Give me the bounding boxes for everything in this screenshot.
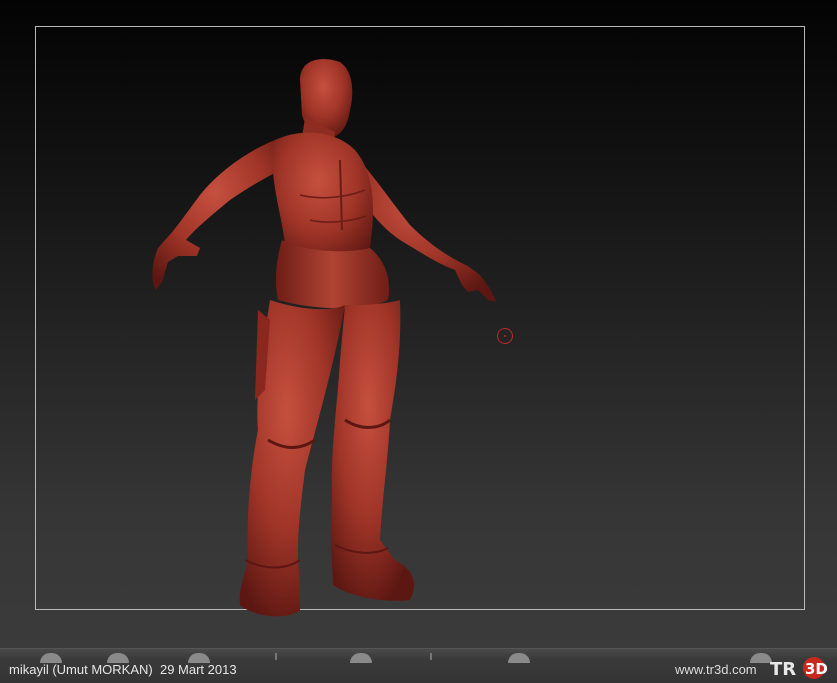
shelf-tick xyxy=(430,653,432,660)
shelf-knob-icon[interactable] xyxy=(350,653,372,663)
sculpted-figure-model[interactable] xyxy=(0,0,837,648)
site-url[interactable]: www.tr3d.com xyxy=(675,662,757,677)
svg-text:TR: TR xyxy=(770,659,796,680)
shelf-knob-icon[interactable] xyxy=(508,653,530,663)
shelf-tick xyxy=(275,653,277,660)
author-caption: mikayil (Umut MORKAN) 29 Mart 2013 xyxy=(9,662,237,677)
svg-text:3D: 3D xyxy=(805,660,828,678)
document-viewport[interactable] xyxy=(0,0,837,648)
brush-cursor-icon xyxy=(497,328,513,344)
author-name: mikayil (Umut MORKAN) xyxy=(9,662,153,677)
caption-date: 29 Mart 2013 xyxy=(159,662,237,677)
tr3d-logo-icon: TR 3D xyxy=(770,657,828,680)
